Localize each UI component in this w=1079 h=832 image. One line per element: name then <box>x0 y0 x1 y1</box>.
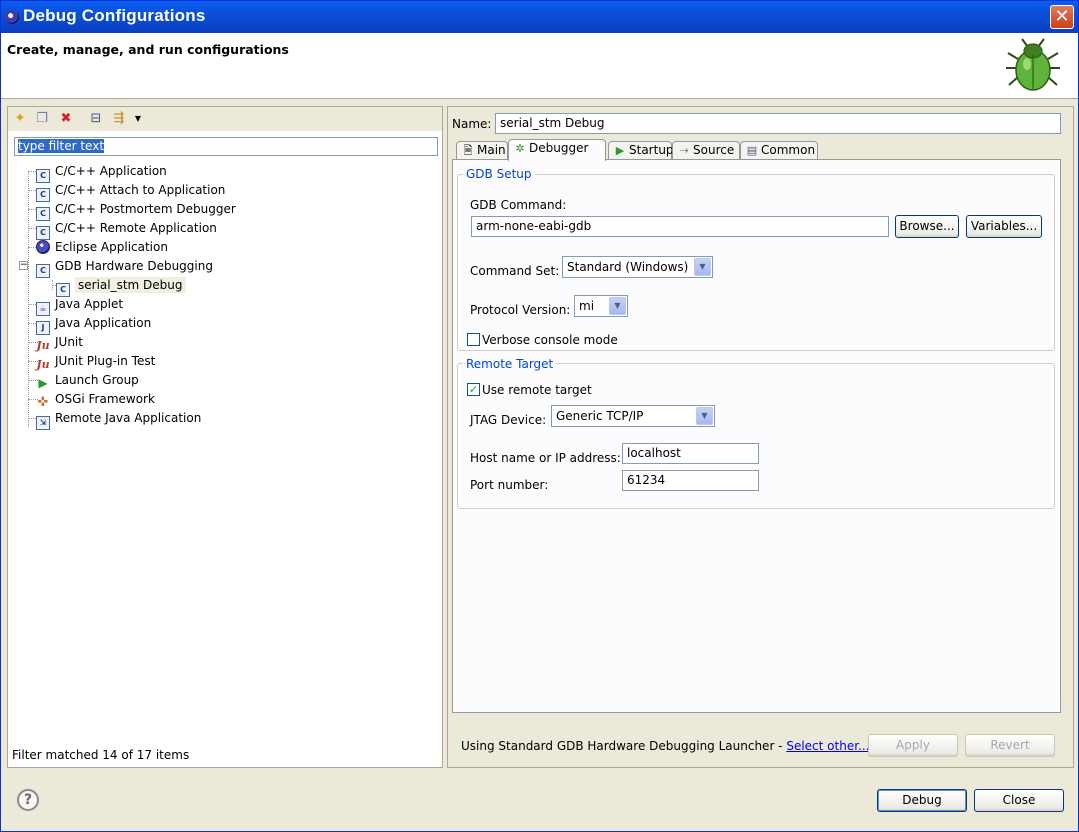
gdb-command-field[interactable]: arm-none-eabi-gdb <box>471 216 889 237</box>
chevron-down-icon[interactable]: ▼ <box>130 111 146 127</box>
startup-tab-icon: ▶ <box>615 144 625 157</box>
tree-item-eclipse-application[interactable]: Eclipse Application <box>36 238 168 257</box>
tree-item-junit-plugin-test[interactable]: Ju JUnit Plug-in Test <box>36 352 155 371</box>
tree-item-remote-java-application[interactable]: ⇲ Remote Java Application <box>36 409 201 430</box>
use-remote-target-label: Use remote target <box>482 383 592 397</box>
debug-button[interactable]: Debug <box>877 789 967 812</box>
tree-item-c-cpp-application[interactable]: C C/C++ Application <box>36 162 167 183</box>
apply-button[interactable]: Apply <box>868 734 958 757</box>
jtag-device-label: JTAG Device: <box>470 413 547 427</box>
title-bar[interactable]: Debug Configurations ✕ <box>1 1 1078 33</box>
tab-debugger[interactable]: ✲ Debugger <box>508 139 606 161</box>
close-button[interactable]: Close <box>974 789 1064 812</box>
left-toolbar: ✦ ❐ ✖ ⊟ ⇶ ▼ <box>8 107 442 131</box>
tab-source[interactable]: ⇢ Source <box>672 141 740 160</box>
filter-status-text: Filter matched 14 of 17 items <box>12 748 190 762</box>
host-label: Host name or IP address: <box>470 451 621 465</box>
gdb-setup-title: GDB Setup <box>463 167 535 181</box>
eclipse-icon <box>36 240 50 254</box>
tab-common[interactable]: ▤ Common <box>740 141 818 160</box>
delete-icon[interactable]: ✖ <box>58 111 74 127</box>
collapse-toggle-icon[interactable]: − <box>19 261 28 270</box>
filter-input[interactable]: type filter text <box>14 137 438 156</box>
tab-startup[interactable]: ▶ Startup <box>608 141 674 160</box>
host-field[interactable]: localhost <box>622 443 759 464</box>
chevron-down-icon: ▼ <box>696 407 713 425</box>
tree-item-serial-stm-debug[interactable]: Cserial_stm Debug <box>56 276 186 297</box>
launcher-text: Using Standard GDB Hardware Debugging La… <box>461 739 870 753</box>
bug-icon <box>1006 38 1060 91</box>
c-file-icon: C <box>36 264 50 278</box>
common-tab-icon: ▤ <box>746 144 758 157</box>
close-window-button[interactable]: ✕ <box>1050 5 1074 29</box>
launch-group-icon: ▶ <box>38 376 48 390</box>
tree-item-launch-group[interactable]: ▶ Launch Group <box>36 371 138 390</box>
tree-item-gdb-hardware-debugging[interactable]: C GDB Hardware Debugging <box>36 257 213 278</box>
name-label: Name: <box>452 117 492 131</box>
window-title: Debug Configurations <box>23 6 206 25</box>
jtag-device-select[interactable]: Generic TCP/IP ▼ <box>551 405 715 427</box>
filter-placeholder-text: type filter text <box>18 139 105 153</box>
tree-item-c-cpp-attach[interactable]: C C/C++ Attach to Application <box>36 181 225 202</box>
debugger-tab-icon: ✲ <box>515 142 525 155</box>
name-field[interactable]: serial_stm Debug <box>495 113 1061 134</box>
eclipse-icon <box>5 10 19 24</box>
tree-item-java-application[interactable]: J Java Application <box>36 314 151 335</box>
chevron-down-icon: ▼ <box>609 297 626 315</box>
gdb-command-label: GDB Command: <box>470 198 567 212</box>
port-field[interactable]: 61234 <box>622 470 759 491</box>
configuration-editor-pane: Name: serial_stm Debug 🗎 Main ✲ Debugger ▶… <box>447 106 1074 768</box>
help-icon[interactable]: ? <box>17 789 39 811</box>
header-banner: Create, manage, and run configurations <box>1 33 1078 99</box>
debugger-tab-panel: GDB Setup GDB Command: arm-none-eabi-gdb… <box>452 159 1061 713</box>
tab-main[interactable]: 🗎 Main <box>456 141 508 160</box>
remote-java-icon: ⇲ <box>36 416 50 430</box>
verbose-console-label: Verbose console mode <box>482 333 618 347</box>
filter-icon[interactable]: ⇶ <box>111 111 127 127</box>
tree-item-c-cpp-postmortem[interactable]: C C/C++ Postmortem Debugger <box>36 200 236 221</box>
use-remote-target-checkbox[interactable]: ✓ <box>467 383 480 396</box>
tree-item-java-applet[interactable]: ☕ Java Applet <box>36 295 123 316</box>
source-tab-icon: ⇢ <box>679 144 689 157</box>
dialog-subtitle: Create, manage, and run configurations <box>7 42 289 57</box>
debug-configurations-dialog: Debug Configurations ✕ Create, manage, a… <box>0 0 1079 832</box>
command-set-label: Command Set: <box>470 264 560 278</box>
duplicate-icon[interactable]: ❐ <box>34 111 50 127</box>
configuration-tree-pane: ✦ ❐ ✖ ⊟ ⇶ ▼ type filter text C C/C++ App… <box>7 106 443 768</box>
protocol-version-label: Protocol Version: <box>470 303 571 317</box>
main-tab-icon: 🗎 <box>463 144 473 157</box>
command-set-select[interactable]: Standard (Windows) ▼ <box>562 256 713 278</box>
browse-button[interactable]: Browse... <box>895 215 959 238</box>
new-configuration-icon[interactable]: ✦ <box>12 111 28 127</box>
tree-item-c-cpp-remote[interactable]: C C/C++ Remote Application <box>36 219 217 240</box>
port-label: Port number: <box>470 478 549 492</box>
verbose-console-checkbox[interactable] <box>467 333 480 346</box>
protocol-version-select[interactable]: mi ▼ <box>574 295 628 317</box>
select-other-link[interactable]: Select other... <box>786 739 869 753</box>
remote-target-title: Remote Target <box>463 357 557 371</box>
collapse-all-icon[interactable]: ⊟ <box>88 111 104 127</box>
revert-button[interactable]: Revert <box>965 734 1055 757</box>
tree-item-junit[interactable]: Ju JUnit <box>36 333 83 352</box>
tree-item-osgi-framework[interactable]: ✜ OSGi Framework <box>36 390 155 409</box>
variables-button[interactable]: Variables... <box>966 215 1042 238</box>
chevron-down-icon: ▼ <box>694 258 711 276</box>
